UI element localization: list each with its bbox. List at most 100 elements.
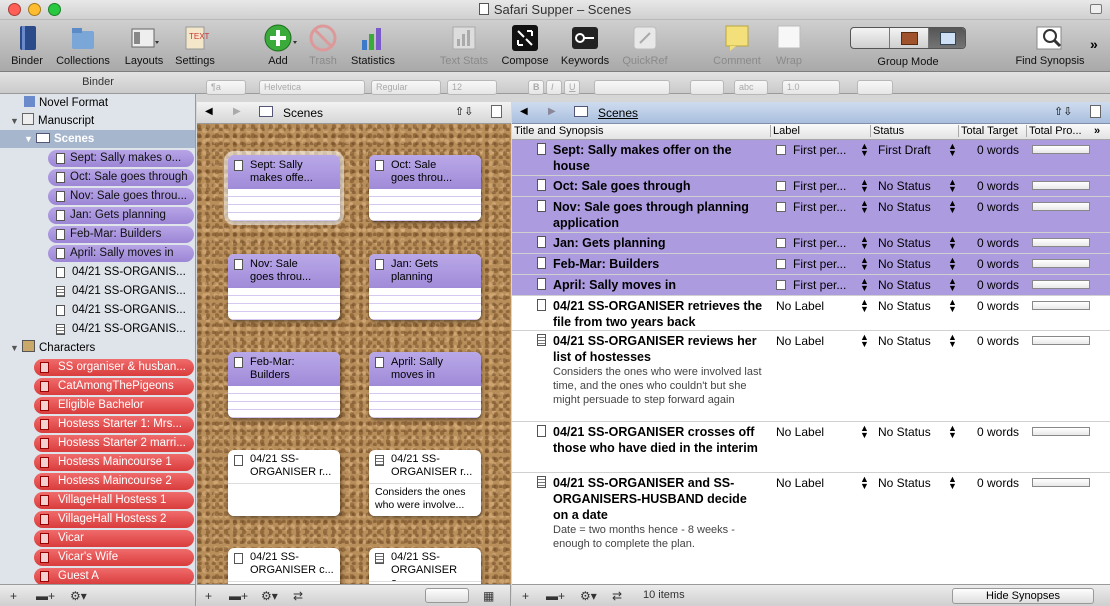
group-mode-control[interactable]: Group Mode <box>846 23 970 68</box>
collections-button[interactable]: Collections <box>52 23 114 67</box>
quickref-button[interactable]: QuickRef <box>618 23 672 67</box>
binder-item-novel-format[interactable]: Novel Format <box>12 94 192 112</box>
forward-arrow-icon[interactable]: ▶ <box>233 106 241 117</box>
label-stepper-icon[interactable]: ▲ ▼ <box>860 199 869 215</box>
row-status[interactable]: First Draft <box>878 143 931 157</box>
label-stepper-icon[interactable]: ▲ ▼ <box>860 424 869 440</box>
index-card[interactable]: Nov: Sale goes throu... <box>228 254 340 320</box>
binder-item-characters[interactable]: ▼ Characters <box>10 339 190 357</box>
row-total-target[interactable]: 0 words <box>977 179 1019 193</box>
row-total-target[interactable]: 0 words <box>977 476 1019 490</box>
scrivenings-mode-icon[interactable] <box>851 28 890 48</box>
bold-button[interactable]: B <box>528 80 544 95</box>
swap-arrows-icon[interactable]: ⇄ <box>293 589 303 603</box>
corkboard-mode-icon[interactable] <box>890 28 929 48</box>
row-status[interactable]: No Status <box>878 236 931 250</box>
binder-item-scenes[interactable]: ▼ Scenes <box>0 130 195 148</box>
binder-character-item[interactable]: Hostess Starter 2 marri... <box>34 435 194 452</box>
row-status[interactable]: No Status <box>878 299 931 313</box>
binder-character-item[interactable]: Vicar's Wife <box>34 549 194 566</box>
binder-scene-item[interactable]: Feb-Mar: Builders <box>48 226 194 243</box>
status-stepper-icon[interactable]: ▲ ▼ <box>948 424 957 440</box>
back-arrow-icon[interactable]: ◀ <box>520 106 528 117</box>
table-row[interactable]: Sept: Sally makes offer on the house Fir… <box>512 140 1110 176</box>
hide-synopses-button[interactable]: Hide Synopses <box>952 588 1094 604</box>
font-weight-selector[interactable]: Regular <box>371 80 441 95</box>
row-label[interactable]: First per... <box>776 179 846 193</box>
row-total-target[interactable]: 0 words <box>977 143 1019 157</box>
index-card[interactable]: 04/21 SS- ORGANISER c... <box>228 548 340 584</box>
list-style-button[interactable] <box>857 80 893 95</box>
row-status[interactable]: No Status <box>878 334 931 348</box>
trash-button[interactable]: Trash <box>304 23 342 67</box>
binder-character-item[interactable]: CatAmongThePigeons <box>34 378 194 395</box>
table-row[interactable]: Nov: Sale goes through planning applicat… <box>512 197 1110 233</box>
row-total-target[interactable]: 0 words <box>977 299 1019 313</box>
italic-button[interactable]: I <box>546 80 562 95</box>
settings-button[interactable]: TEXT Settings <box>172 23 218 67</box>
binder-character-item[interactable]: VillageHall Hostess 2 <box>34 511 194 528</box>
row-total-target[interactable]: 0 words <box>977 200 1019 214</box>
table-row[interactable]: Feb-Mar: Builders First per... ▲ ▼ No Sta… <box>512 254 1110 275</box>
gear-icon[interactable]: ⚙▾ <box>261 589 278 603</box>
binder-scene-item[interactable]: Nov: Sale goes throu... <box>48 188 194 205</box>
binder-doc-item[interactable]: 04/21 SS-ORGANIS... <box>48 302 186 319</box>
underline-button[interactable]: U <box>564 80 580 95</box>
wrap-button[interactable]: Wrap <box>770 23 808 67</box>
binder-item-manuscript[interactable]: ▼ Manuscript <box>10 112 190 130</box>
outliner-mode-icon[interactable] <box>929 28 965 48</box>
binder-scene-item[interactable]: Jan: Gets planning <box>48 207 194 224</box>
card-layout-toggle[interactable] <box>425 588 469 603</box>
find-synopsis-button[interactable]: Find Synopsis <box>1010 23 1090 67</box>
binder-character-item[interactable]: Hostess Maincourse 1 <box>34 454 194 471</box>
label-stepper-icon[interactable]: ▲ ▼ <box>860 256 869 272</box>
label-stepper-icon[interactable]: ▲ ▼ <box>860 235 869 251</box>
status-stepper-icon[interactable]: ▲ ▼ <box>948 475 957 491</box>
binder-scene-item[interactable]: Oct: Sale goes through <box>48 169 194 186</box>
table-row[interactable]: Jan: Gets planning First per... ▲ ▼ No St… <box>512 233 1110 254</box>
row-label[interactable]: First per... <box>776 200 846 214</box>
index-card[interactable]: 04/21 SS- ORGANISER r... Considers the one… <box>369 450 481 516</box>
table-row[interactable]: April: Sally moves in First per... ▲ ▼ No… <box>512 275 1110 296</box>
binder-doc-item[interactable]: 04/21 SS-ORGANIS... <box>48 321 186 338</box>
add-folder-icon[interactable]: ▬+ <box>546 589 565 603</box>
comment-button[interactable]: Comment <box>708 23 766 67</box>
row-total-target[interactable]: 0 words <box>977 425 1019 439</box>
add-item-icon[interactable]: + <box>522 589 529 603</box>
binder-scene-item[interactable]: Sept: Sally makes o... <box>48 150 194 167</box>
row-status[interactable]: No Status <box>878 476 931 490</box>
binder-character-item[interactable]: Vicar <box>34 530 194 547</box>
up-down-arrows-icon[interactable]: ⇧⇩ <box>1054 105 1072 118</box>
row-label[interactable]: No Label <box>776 425 824 439</box>
statistics-button[interactable]: Statistics <box>346 23 400 67</box>
add-item-icon[interactable]: + <box>205 589 212 603</box>
font-size-selector[interactable]: 12 <box>447 80 497 95</box>
column-overflow-button[interactable]: » <box>1094 125 1100 137</box>
gear-icon[interactable]: ⚙▾ <box>580 589 597 603</box>
table-row[interactable]: 04/21 SS-ORGANISER and SS-ORGANISERS-HUS… <box>512 473 1110 553</box>
back-arrow-icon[interactable]: ◀ <box>205 106 213 117</box>
index-card[interactable]: 04/21 SS-ORGANISER a... <box>369 548 481 584</box>
row-label[interactable]: No Label <box>776 476 824 490</box>
binder-character-item[interactable]: SS organiser & husban... <box>34 359 194 376</box>
gear-icon[interactable]: ⚙▾ <box>70 589 87 603</box>
row-total-target[interactable]: 0 words <box>977 257 1019 271</box>
row-status[interactable]: No Status <box>878 425 931 439</box>
label-stepper-icon[interactable]: ▲ ▼ <box>860 333 869 349</box>
row-label[interactable]: No Label <box>776 299 824 313</box>
binder-character-item[interactable]: Eligible Bachelor <box>34 397 194 414</box>
compose-button[interactable]: Compose <box>498 23 552 67</box>
binder-character-item[interactable]: Hostess Maincourse 2 <box>34 473 194 490</box>
status-stepper-icon[interactable]: ▲ ▼ <box>948 142 957 158</box>
toolbar-overflow-button[interactable]: » <box>1090 36 1098 52</box>
layouts-button[interactable]: Layouts <box>120 23 168 67</box>
index-card[interactable]: Oct: Sale goes throu... <box>369 155 481 221</box>
forward-arrow-icon[interactable]: ▶ <box>548 106 556 117</box>
highlight-button[interactable]: abc <box>734 80 768 95</box>
add-button[interactable]: Add <box>256 23 300 67</box>
swap-arrows-icon[interactable]: ⇄ <box>612 589 622 603</box>
column-total-progress[interactable]: Total Pro... <box>1026 125 1082 137</box>
text-color-button[interactable] <box>690 80 724 95</box>
row-total-target[interactable]: 0 words <box>977 278 1019 292</box>
disclosure-triangle-icon[interactable]: ▼ <box>10 339 22 357</box>
